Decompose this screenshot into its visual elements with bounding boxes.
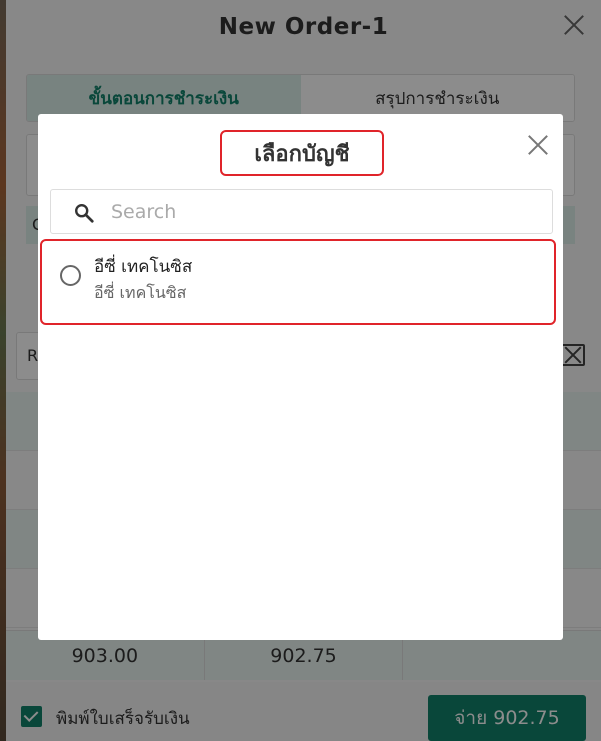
account-name: อีซี่ เทคโนซิส <box>94 257 193 277</box>
search-icon <box>75 204 94 223</box>
select-account-modal: เลือกบัญชี อีซี่ เทคโนซิส อีซี่ เทคโนซิส <box>38 114 563 640</box>
search-box <box>50 189 553 234</box>
close-icon[interactable] <box>527 134 549 156</box>
search-input[interactable] <box>111 198 531 226</box>
list-item[interactable]: อีซี่ เทคโนซิส อีซี่ เทคโนซิส <box>40 239 556 325</box>
account-subtitle: อีซี่ เทคโนซิส <box>94 283 187 302</box>
radio-icon[interactable] <box>60 265 81 286</box>
modal-title: เลือกบัญชี <box>220 130 384 176</box>
